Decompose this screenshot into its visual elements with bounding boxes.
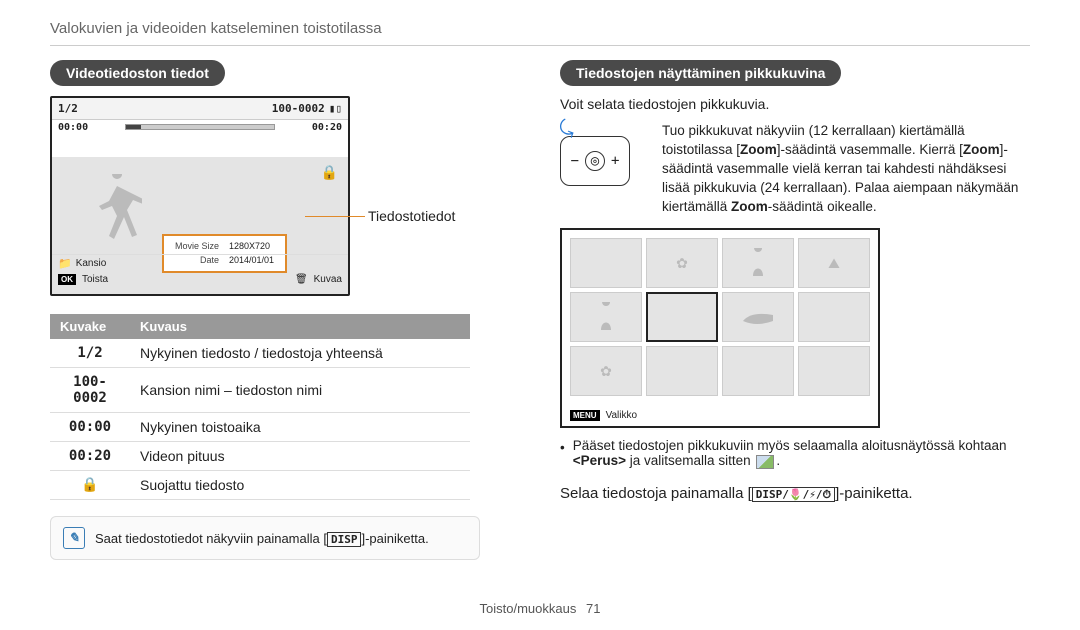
- thumb-cell: ⛰: [798, 238, 870, 288]
- trash-icon: 🗑: [295, 274, 308, 285]
- thumbnail-app-icon: [756, 455, 774, 469]
- footer-page-number: 71: [586, 601, 600, 616]
- navigate-instruction: Selaa tiedostoja painamalla [DISP/🌷/⚡/⏱]…: [560, 485, 1030, 502]
- callout-label: Tiedostotiedot: [368, 208, 455, 224]
- disp-key-icon: DISP: [327, 532, 362, 547]
- note-text: Saat tiedostotiedot näkyviin painamalla …: [95, 531, 429, 546]
- info-value-size: 1280X720: [225, 241, 278, 253]
- status-length: 00:20: [312, 122, 342, 133]
- camera-screen-mockup: 1/2 100-0002 ▮▯ 00:00 00:20 🔒: [50, 96, 350, 296]
- thumb-cell: [570, 292, 642, 342]
- page-footer: Toisto/muokkaus 71: [50, 591, 1030, 630]
- folder-label: Kansio: [76, 258, 107, 269]
- icon-description-table: Kuvake Kuvaus 1/2Nykyinen tiedosto / tie…: [50, 314, 470, 500]
- thumb-cell: [570, 238, 642, 288]
- status-folder-file: 100-0002: [272, 102, 325, 115]
- ok-key-icon: OK: [58, 274, 76, 285]
- left-column: Videotiedoston tiedot 1/2 100-0002 ▮▯ 00…: [50, 60, 520, 591]
- zoom-instruction-text: Tuo pikkukuvat näkyviin (12 kerrallaan) …: [662, 122, 1030, 216]
- battery-icon: ▮▯: [329, 102, 342, 115]
- info-label-size: Movie Size: [171, 241, 223, 253]
- nav-keys-icon: DISP/🌷/⚡/⏱: [752, 487, 835, 502]
- thumb-cell: [722, 292, 794, 342]
- dial-center-icon: ◎: [585, 151, 605, 171]
- menu-key-icon: MENU: [570, 410, 600, 421]
- thumb-cell: ✿: [570, 346, 642, 396]
- zoom-dial-illustration: ⤹ − ◎ +: [560, 122, 650, 216]
- progress-bar: [125, 124, 275, 130]
- rotate-arrow-icon: ⤹: [556, 117, 577, 143]
- thumb-cell: [722, 238, 794, 288]
- thumb-cell: [722, 346, 794, 396]
- footer-section: Toisto/muokkaus: [480, 601, 577, 616]
- th-desc: Kuvaus: [130, 314, 470, 339]
- camera-status-bar: 1/2 100-0002 ▮▯: [52, 98, 348, 120]
- thumb-cell-selected: [646, 292, 718, 342]
- note-box: ✎ Saat tiedostotiedot näkyviin painamall…: [50, 516, 480, 560]
- plus-icon: +: [611, 153, 619, 169]
- bullet-icon: •: [560, 440, 565, 455]
- note-icon: ✎: [63, 527, 85, 549]
- thumb-cell: [798, 292, 870, 342]
- table-row: 00:20Videon pituus: [50, 442, 470, 471]
- page-header: Valokuvien ja videoiden katseleminen toi…: [50, 20, 1030, 46]
- th-icon: Kuvake: [50, 314, 130, 339]
- lock-icon: 🔒: [321, 164, 338, 181]
- intro-text: Voit selata tiedostojen pikkukuvia.: [560, 96, 1030, 112]
- section-heading-right: Tiedostojen näyttäminen pikkukuvina: [560, 60, 841, 86]
- table-row: 00:00Nykyinen toistoaika: [50, 413, 470, 442]
- thumb-cell: [798, 346, 870, 396]
- menu-label: Valikko: [606, 410, 638, 421]
- callout-line: [305, 216, 365, 217]
- right-column: Tiedostojen näyttäminen pikkukuvina Voit…: [560, 60, 1030, 591]
- dancer-silhouette: [92, 174, 142, 244]
- table-row: 1/2Nykyinen tiedosto / tiedostoja yhteen…: [50, 339, 470, 368]
- trash-label: Kuvaa: [314, 274, 342, 285]
- table-row: 🔒Suojattu tiedosto: [50, 471, 470, 500]
- section-heading-left: Videotiedoston tiedot: [50, 60, 225, 86]
- thumb-cell: ✿: [646, 238, 718, 288]
- status-current-time: 00:00: [58, 122, 88, 133]
- status-index: 1/2: [58, 102, 78, 115]
- table-row: 100-0002Kansion nimi – tiedoston nimi: [50, 368, 470, 413]
- play-label: Toista: [82, 274, 108, 285]
- thumbnail-screen-mockup: ✿ ⛰ ✿ MENU Valikko: [560, 228, 880, 428]
- folder-icon: 📁: [58, 257, 72, 270]
- minus-icon: −: [571, 153, 579, 169]
- bullet-note: • Pääset tiedostojen pikkukuviin myös se…: [560, 438, 1030, 468]
- thumb-cell: [646, 346, 718, 396]
